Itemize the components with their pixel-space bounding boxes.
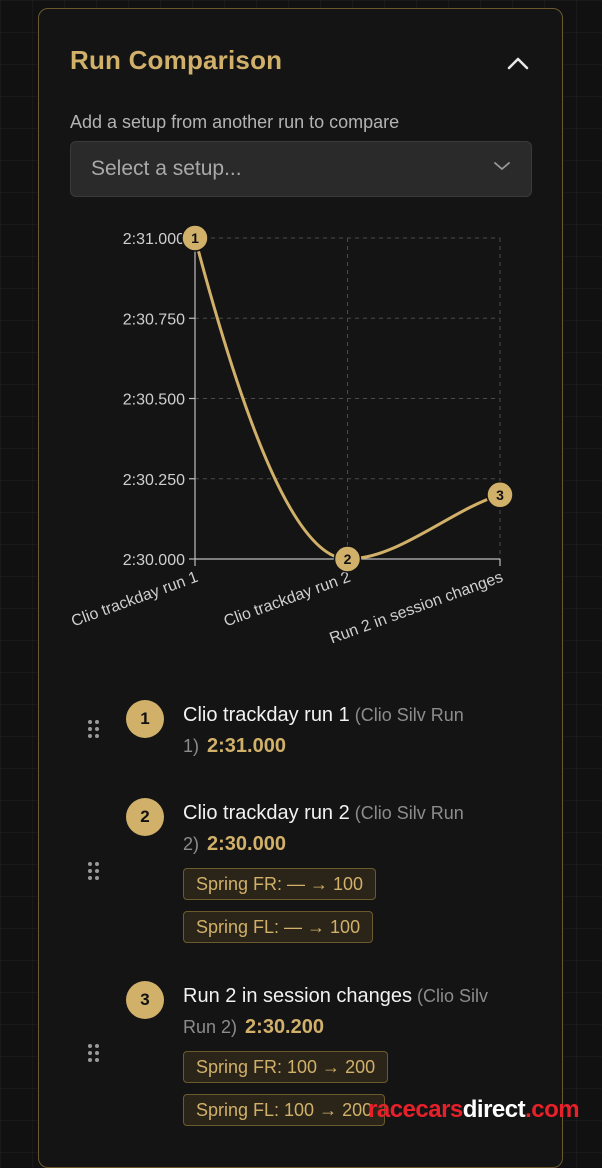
drag-dot xyxy=(88,1044,92,1048)
x-tick-label: Clio trackday run 1 xyxy=(69,569,200,631)
drag-dot xyxy=(88,876,92,880)
data-point-label: 3 xyxy=(496,487,504,503)
run-name: Run 2 in session changes xyxy=(183,985,413,1007)
y-tick-label: 2:30.250 xyxy=(123,472,185,489)
drag-dot xyxy=(95,734,99,738)
data-point-label: 1 xyxy=(191,230,199,246)
drag-handle-icon[interactable] xyxy=(88,720,102,742)
run-source: (Clio Silv xyxy=(412,986,489,1006)
run-lap-time: 2:30.000 xyxy=(207,833,286,855)
y-tick-label: 2:30.500 xyxy=(123,392,185,409)
drag-dot xyxy=(88,734,92,738)
watermark: racecarsdirect.com xyxy=(368,1096,580,1124)
drag-dot xyxy=(88,720,92,724)
run-source-cont: 2) xyxy=(183,834,200,854)
drag-dot xyxy=(95,727,99,731)
drag-dot xyxy=(95,876,99,880)
run-source-cont: 1) xyxy=(183,736,200,756)
drag-dot xyxy=(88,862,92,866)
data-point-label: 2 xyxy=(344,551,352,567)
run-number-badge: 3 xyxy=(126,981,164,1019)
setup-change-chip: Spring FL: — → 100 xyxy=(183,911,374,943)
drag-dot xyxy=(95,869,99,873)
run-source: (Clio Silv Run xyxy=(349,803,464,823)
drag-dot xyxy=(88,1058,92,1062)
setup-change-chip: Spring FR: — → 100 xyxy=(183,868,377,900)
watermark-part1: racecars xyxy=(368,1096,463,1123)
run-source: (Clio Silv Run xyxy=(349,705,464,725)
drag-dot xyxy=(95,1044,99,1048)
run-lap-time: 2:31.000 xyxy=(207,735,286,757)
y-tick-label: 2:30.000 xyxy=(123,552,185,569)
y-tick-label: 2:31.000 xyxy=(123,231,185,248)
x-tick-label: Clio trackday run 2 xyxy=(222,569,353,631)
drag-dot xyxy=(88,869,92,873)
x-tick-label: Run 2 in session changes xyxy=(327,569,505,648)
run-number-badge: 1 xyxy=(126,700,164,738)
watermark-part3: .com xyxy=(525,1096,580,1123)
drag-dot xyxy=(88,1051,92,1055)
run-lap-time: 2:30.200 xyxy=(245,1016,324,1038)
drag-handle-icon[interactable] xyxy=(88,1044,102,1066)
drag-handle-icon[interactable] xyxy=(88,862,102,884)
run-details: Clio trackday run 2 (Clio Silv Run 2) 2:30… xyxy=(183,798,513,860)
setup-change-chip: Spring FR: 100 → 200 xyxy=(183,1051,389,1083)
drag-dot xyxy=(95,862,99,866)
watermark-part2: direct xyxy=(462,1096,526,1123)
run-source-cont: Run 2) xyxy=(183,1017,238,1037)
drag-dot xyxy=(95,1051,99,1055)
drag-dot xyxy=(95,1058,99,1062)
run-details: Run 2 in session changes (Clio Silv Run 2… xyxy=(183,981,513,1043)
run-name: Clio trackday run 2 xyxy=(183,802,350,824)
run-number-badge: 2 xyxy=(126,798,164,836)
setup-change-chip: Spring FL: 100 → 200 xyxy=(183,1094,386,1126)
y-tick-label: 2:30.750 xyxy=(123,311,185,328)
drag-dot xyxy=(95,720,99,724)
lap-time-chart: 2:31.000 2:30.750 2:30.500 2:30.250 2:30.000… xyxy=(69,224,514,648)
run-details: Clio trackday run 1 (Clio Silv Run 1) 2:31… xyxy=(183,700,513,762)
drag-dot xyxy=(88,727,92,731)
run-name: Clio trackday run 1 xyxy=(183,704,350,726)
